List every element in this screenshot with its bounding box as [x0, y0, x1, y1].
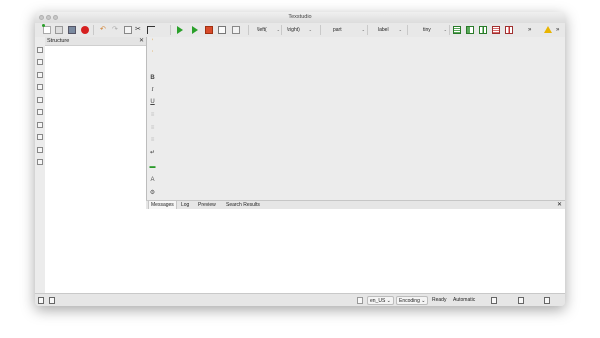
structure-header: Structure ✕ — [45, 37, 146, 46]
table-column-remove-icon[interactable] — [505, 26, 513, 34]
bold-icon[interactable]: B — [149, 75, 156, 82]
main-toolbar: ↶ ↷ ✂ \left(⌄ \right) ⌄ part ⌄ label ⌄ tiny… — [35, 23, 565, 38]
tab-log[interactable]: Log — [179, 201, 191, 209]
close-file-icon[interactable] — [81, 26, 89, 34]
open-file-icon[interactable] — [55, 26, 63, 34]
right-align-icon[interactable]: ≡ — [149, 137, 156, 144]
compile-icon[interactable] — [192, 26, 198, 34]
left-delimiter-dropdown[interactable]: \left(⌄ — [257, 25, 280, 35]
tab-messages[interactable]: Messages — [148, 201, 177, 209]
status-ready: Ready — [432, 297, 447, 303]
structure-panel-icon[interactable] — [37, 47, 43, 53]
special-chars-panel-icon[interactable] — [37, 122, 43, 128]
left-align-icon[interactable]: ≡ — [149, 112, 156, 119]
table-columns-icon[interactable] — [466, 26, 474, 34]
stop-compile-icon[interactable] — [205, 26, 213, 34]
newline-icon[interactable]: ↵ — [149, 150, 156, 157]
language-selector[interactable]: en_US ⌄ — [367, 296, 394, 305]
bookmark-icon[interactable] — [491, 297, 497, 304]
window-title: Texstudio — [288, 14, 312, 20]
tab-search-results[interactable]: Search Results — [224, 201, 262, 209]
texstudio-window: Texstudio ↶ ↷ ✂ \left(⌄ \right) ⌄ part ⌄ l… — [35, 12, 565, 306]
delimiters-panel-icon[interactable] — [37, 97, 43, 103]
view-pdf-icon[interactable] — [218, 26, 226, 34]
references-dropdown[interactable]: label ⌄ — [378, 25, 402, 35]
tab-preview[interactable]: Preview — [196, 201, 218, 209]
undo-icon[interactable]: ↶ — [100, 26, 108, 34]
arrows-panel-icon[interactable] — [37, 72, 43, 78]
status-mode: Automatic — [453, 297, 476, 303]
cut-icon[interactable]: ✂ — [135, 26, 143, 34]
spellcheck-icon[interactable] — [357, 297, 363, 304]
font-size-dropdown[interactable]: tiny ⌄ — [423, 25, 447, 35]
panel-toggle-icon[interactable] — [38, 297, 44, 304]
center-align-icon[interactable]: ≡ — [149, 125, 156, 132]
structure-title: Structure — [47, 38, 70, 44]
misc-math-panel-icon[interactable] — [37, 84, 43, 90]
pstricks-panel-icon[interactable] — [37, 134, 43, 140]
bookmark-next-icon[interactable] — [518, 297, 524, 304]
copy-icon[interactable] — [124, 26, 132, 34]
settings-icon[interactable]: ⚙ — [149, 190, 156, 197]
close-icon[interactable]: ✕ — [557, 201, 562, 209]
enumerate-icon[interactable]: A — [149, 177, 156, 184]
underline-icon[interactable]: U — [149, 99, 156, 106]
paste-icon[interactable] — [147, 26, 155, 34]
save-icon[interactable] — [68, 26, 76, 34]
metapost-panel-icon[interactable] — [37, 147, 43, 153]
bookmark-prev-icon[interactable] — [544, 297, 550, 304]
toolbar-overflow-button[interactable]: » — [528, 25, 531, 35]
editor-area[interactable] — [157, 37, 565, 200]
messages-toggle-icon[interactable] — [49, 297, 55, 304]
right-delimiter-dropdown[interactable]: \right) ⌄ — [287, 25, 312, 35]
table-row-remove-icon[interactable] — [492, 26, 500, 34]
toolbar-overflow-button-2[interactable]: » — [556, 25, 559, 35]
warning-icon[interactable] — [544, 26, 552, 33]
itemize-icon[interactable]: ▬ — [149, 164, 156, 171]
greek-panel-icon[interactable] — [37, 109, 43, 115]
table-rows-icon[interactable] — [453, 26, 461, 34]
status-bar: en_US ⌄ Encoding ⌄ Ready Automatic — [35, 293, 565, 306]
view-log-icon[interactable] — [232, 26, 240, 34]
new-file-icon[interactable] — [42, 24, 51, 34]
quote-icon[interactable]: ‘ — [149, 39, 156, 46]
italic-icon[interactable]: I — [149, 87, 156, 94]
table-column-insert-icon[interactable] — [479, 26, 487, 34]
tikz-panel-icon[interactable] — [37, 159, 43, 165]
sectioning-dropdown[interactable]: part ⌄ — [333, 25, 365, 35]
build-view-icon[interactable] — [177, 26, 183, 34]
encoding-selector[interactable]: Encoding ⌄ — [396, 296, 429, 305]
messages-panel[interactable] — [146, 209, 565, 293]
structure-panel: Structure ✕ — [45, 37, 147, 293]
align-icon[interactable]: ’ — [149, 51, 156, 58]
close-icon[interactable]: ✕ — [139, 37, 144, 44]
redo-icon[interactable]: ↷ — [112, 26, 120, 34]
relations-panel-icon[interactable] — [37, 59, 43, 65]
